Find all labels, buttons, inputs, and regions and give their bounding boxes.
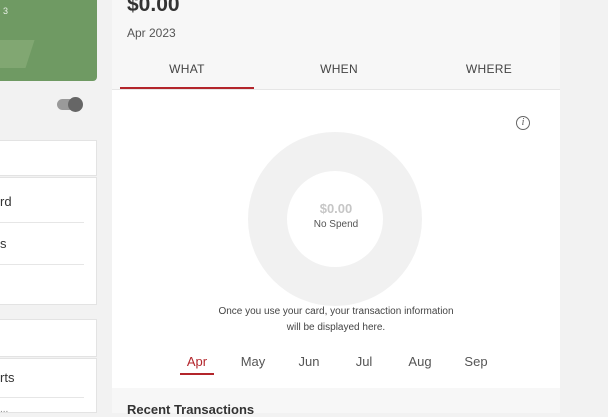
donut-caption: No Spend	[313, 219, 359, 230]
month-jun[interactable]: Jun	[292, 354, 326, 373]
card-image[interactable]: 3	[0, 0, 97, 81]
tab-where[interactable]: WHERE	[422, 55, 556, 87]
info-icon[interactable]: i	[516, 116, 530, 130]
month-sep[interactable]: Sep	[459, 354, 493, 373]
tab-what[interactable]: WHAT	[120, 55, 254, 89]
donut-amount: $0.00	[319, 201, 353, 216]
divider	[0, 264, 84, 265]
spend-period: Apr 2023	[127, 26, 176, 40]
spend-summary-card: $0.00 Apr 2023 WHAT WHEN WHERE i $0.00 N…	[112, 0, 560, 417]
left-sidebar: 3 rd s rts ...	[0, 0, 110, 415]
divider	[0, 222, 84, 223]
sidebar-item[interactable]: ...	[0, 404, 84, 415]
card-stripe	[0, 40, 35, 68]
sidebar-panel-a	[0, 140, 97, 176]
spend-chart-panel: i $0.00 No Spend Once you use your card,…	[112, 90, 560, 388]
card-digit: 3	[3, 6, 9, 16]
sidebar-item[interactable]: s	[0, 236, 84, 251]
empty-state-line-2: will be displayed here.	[286, 322, 386, 333]
empty-state-message: Once you use your card, your transaction…	[176, 304, 496, 336]
total-spend-amount: $0.00	[127, 0, 180, 16]
sidebar-panel-d: rts ...	[0, 358, 97, 415]
tab-when[interactable]: WHEN	[272, 55, 406, 87]
month-aug[interactable]: Aug	[403, 354, 437, 373]
month-may[interactable]: May	[236, 354, 270, 373]
month-apr[interactable]: Apr	[180, 354, 214, 375]
sidebar-item[interactable]: rd	[0, 194, 84, 209]
sidebar-panel-c	[0, 319, 97, 357]
toggle-knob	[68, 97, 83, 112]
sidebar-panel-b: rd s	[0, 177, 97, 305]
recent-transactions-heading: Recent Transactions	[127, 402, 255, 417]
month-selector: Apr May Jun Jul Aug Sep	[112, 354, 560, 378]
divider	[0, 397, 84, 398]
month-jul[interactable]: Jul	[347, 354, 381, 373]
empty-state-line-1: Once you use your card, your transaction…	[218, 306, 454, 317]
right-margin	[560, 0, 608, 413]
card-lock-toggle[interactable]	[57, 97, 83, 112]
sidebar-item[interactable]: rts	[0, 370, 84, 385]
spend-tabs: WHAT WHEN WHERE	[112, 55, 560, 90]
